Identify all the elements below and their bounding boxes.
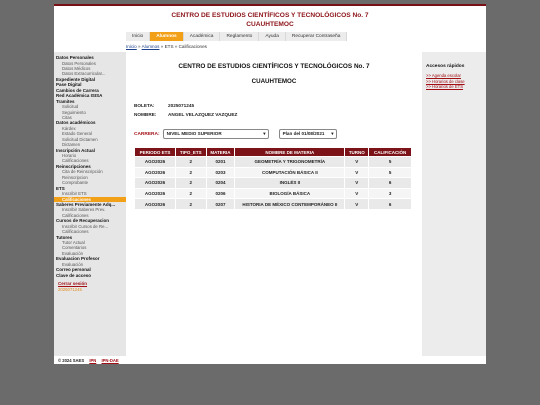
plan-select[interactable]: Plan del 01/08/2021 ▾ <box>278 129 337 139</box>
page: CENTRO DE ESTUDIOS CIENTÍFICOS Y TECNOLÓ… <box>54 4 486 364</box>
table-row: AGO2026 2 0206 BIOLOGÍA BÁSICA V 3 <box>134 187 412 200</box>
cell-nombre: GEOMETRÍA Y TRIGONOMETRÍA <box>234 156 346 168</box>
cell-calificacion: 6 <box>368 177 412 189</box>
chevron-down-icon: ▾ <box>331 131 334 136</box>
sidebar: Datos Personales Datos Personales Datos Mé… <box>54 52 126 356</box>
cell-materia: 0204 <box>205 177 236 189</box>
cell-turno: V <box>344 166 370 179</box>
cell-tipo: 2 <box>174 166 207 179</box>
cell-calificacion: 5 <box>368 156 412 168</box>
cell-periodo: AGO2026 <box>134 166 176 179</box>
table-row: AGO2026 2 0207 HISTORIA DE MÉXICO CONTEMPOR… <box>134 198 412 210</box>
header-title: CENTRO DE ESTUDIOS CIENTÍFICOS Y TECNOLÓ… <box>171 12 369 19</box>
cell-periodo: AGO2026 <box>134 187 176 200</box>
filters: CARRERA: NIVEL MEDIO SUPERIOR ▾ Plan del… <box>134 129 414 139</box>
menu-academica[interactable]: Académica <box>183 32 221 41</box>
cell-materia: 0201 <box>205 156 236 168</box>
cell-periodo: AGO2026 <box>134 198 176 210</box>
school-subtitle: CUAUHTEMOC <box>251 78 297 85</box>
breadcrumb-alumnos[interactable]: Alumnos <box>142 44 160 49</box>
boleta-label: BOLETA: <box>134 103 155 108</box>
quick-link-horarios-ets[interactable]: >> Horarios de ETS <box>426 84 482 90</box>
cell-turno: V <box>344 177 370 189</box>
footer: © 2024 SAES IPN IPN-DAE <box>54 356 486 366</box>
cell-materia: 0206 <box>205 187 236 200</box>
table-row: AGO2026 2 0201 GEOMETRÍA Y TRIGONOMETRÍA V 5 <box>134 156 412 168</box>
cell-nombre: BIOLOGÍA BÁSICA <box>234 187 346 200</box>
col-tipo: TIPO_ETS <box>174 147 207 157</box>
chevron-down-icon: ▾ <box>263 131 266 136</box>
quick-access-title: Accesos rápidos <box>426 64 465 69</box>
cell-nombre: HISTORIA DE MÉXICO CONTEMPORÁNEO II <box>234 198 346 210</box>
cell-periodo: AGO2026 <box>134 177 176 189</box>
breadcrumb-inicio[interactable]: Inicio <box>126 44 137 49</box>
cell-nombre: COMPUTACIÓN BÁSICA II <box>234 166 346 179</box>
cell-nombre: INGLÉS II <box>234 177 346 189</box>
col-turno: TURNO <box>344 147 370 157</box>
cell-calificacion: 5 <box>368 166 412 179</box>
table-header-row: PERIODO ETS TIPO_ETS MATERIA NOMBRE DE M… <box>134 147 412 157</box>
col-nombre: NOMBRE DE MATERIA <box>234 147 346 157</box>
breadcrumb: Inicio » Alumnos » ETS » Calificaciones <box>126 44 207 49</box>
col-materia: MATERIA <box>205 147 236 157</box>
table-row: AGO2026 2 0204 INGLÉS II V 6 <box>134 177 412 189</box>
breadcrumb-rest: » ETS » Calificaciones <box>159 44 207 49</box>
top-menu: Inicio Alumnos Académica Reglamento Ayud… <box>126 32 348 41</box>
cell-turno: V <box>344 156 370 168</box>
cell-tipo: 2 <box>174 177 207 189</box>
student-info: BOLETA: 2025071245 NOMBRE: ANGEL VELAZQUEZ… <box>134 101 414 119</box>
carrera-select[interactable]: NIVEL MEDIO SUPERIOR ▾ <box>162 129 269 139</box>
cell-turno: V <box>344 198 370 210</box>
col-calificacion: CALIFICACIÓN <box>368 147 412 157</box>
header-subtitle: CUAUHTEMOC <box>246 21 294 28</box>
footer-copyright: © 2024 SAES <box>58 358 85 363</box>
col-periodo: PERIODO ETS <box>134 147 176 157</box>
footer-link-ipn-dae[interactable]: IPN-DAE <box>101 358 118 363</box>
sidebar-section[interactable]: Clave de acceso <box>54 273 126 279</box>
cell-tipo: 2 <box>174 198 207 210</box>
menu-alumnos[interactable]: Alumnos <box>150 32 184 41</box>
nombre-value: ANGEL VELAZQUEZ VAZQUEZ <box>168 112 238 117</box>
menu-inicio[interactable]: Inicio <box>126 32 151 41</box>
carrera-label: CARRERA: <box>134 131 160 137</box>
grades-body: AGO2026 2 0201 GEOMETRÍA Y TRIGONOMETRÍA V 5 A… <box>134 156 412 210</box>
carrera-select-value: NIVEL MEDIO SUPERIOR <box>166 131 222 136</box>
cell-tipo: 2 <box>174 156 207 168</box>
menu-reglamento[interactable]: Reglamento <box>220 32 260 41</box>
boleta-row: BOLETA: 2025071245 <box>134 101 414 110</box>
quick-access: Accesos rápidos >> Agenda escolar >> Hor… <box>422 52 486 356</box>
plan-select-value: Plan del 01/08/2021 <box>282 131 325 136</box>
grades-table: PERIODO ETS TIPO_ETS MATERIA NOMBRE DE M… <box>134 147 412 210</box>
school-title: CENTRO DE ESTUDIOS CIENTÍFICOS Y TECNOLÓ… <box>178 63 370 70</box>
cell-calificacion: 3 <box>368 187 412 200</box>
sidebar-items: Datos Personales Datos Personales Datos Mé… <box>54 55 126 278</box>
table-row: AGO2026 2 0203 COMPUTACIÓN BÁSICA II V 5 <box>134 166 412 179</box>
menu-ayuda[interactable]: Ayuda <box>259 32 286 41</box>
logout-user-id: 2025071245 <box>58 286 82 292</box>
cell-tipo: 2 <box>174 187 207 200</box>
header: CENTRO DE ESTUDIOS CIENTÍFICOS Y TECNOLÓ… <box>54 6 486 32</box>
cell-materia: 0203 <box>205 166 236 179</box>
nombre-label: NOMBRE: <box>134 112 157 117</box>
cell-calificacion: 6 <box>368 198 412 210</box>
menu-recuperar-contrasena[interactable]: Recuperar Contraseña <box>285 32 348 41</box>
boleta-value: 2025071245 <box>168 103 195 108</box>
cell-turno: V <box>344 187 370 200</box>
cell-periodo: AGO2026 <box>134 156 176 168</box>
footer-link-ipn[interactable]: IPN <box>89 358 96 363</box>
cell-materia: 0207 <box>205 198 236 210</box>
nombre-row: NOMBRE: ANGEL VELAZQUEZ VAZQUEZ <box>134 110 414 119</box>
main-content: CENTRO DE ESTUDIOS CIENTÍFICOS Y TECNOLÓ… <box>126 52 422 356</box>
